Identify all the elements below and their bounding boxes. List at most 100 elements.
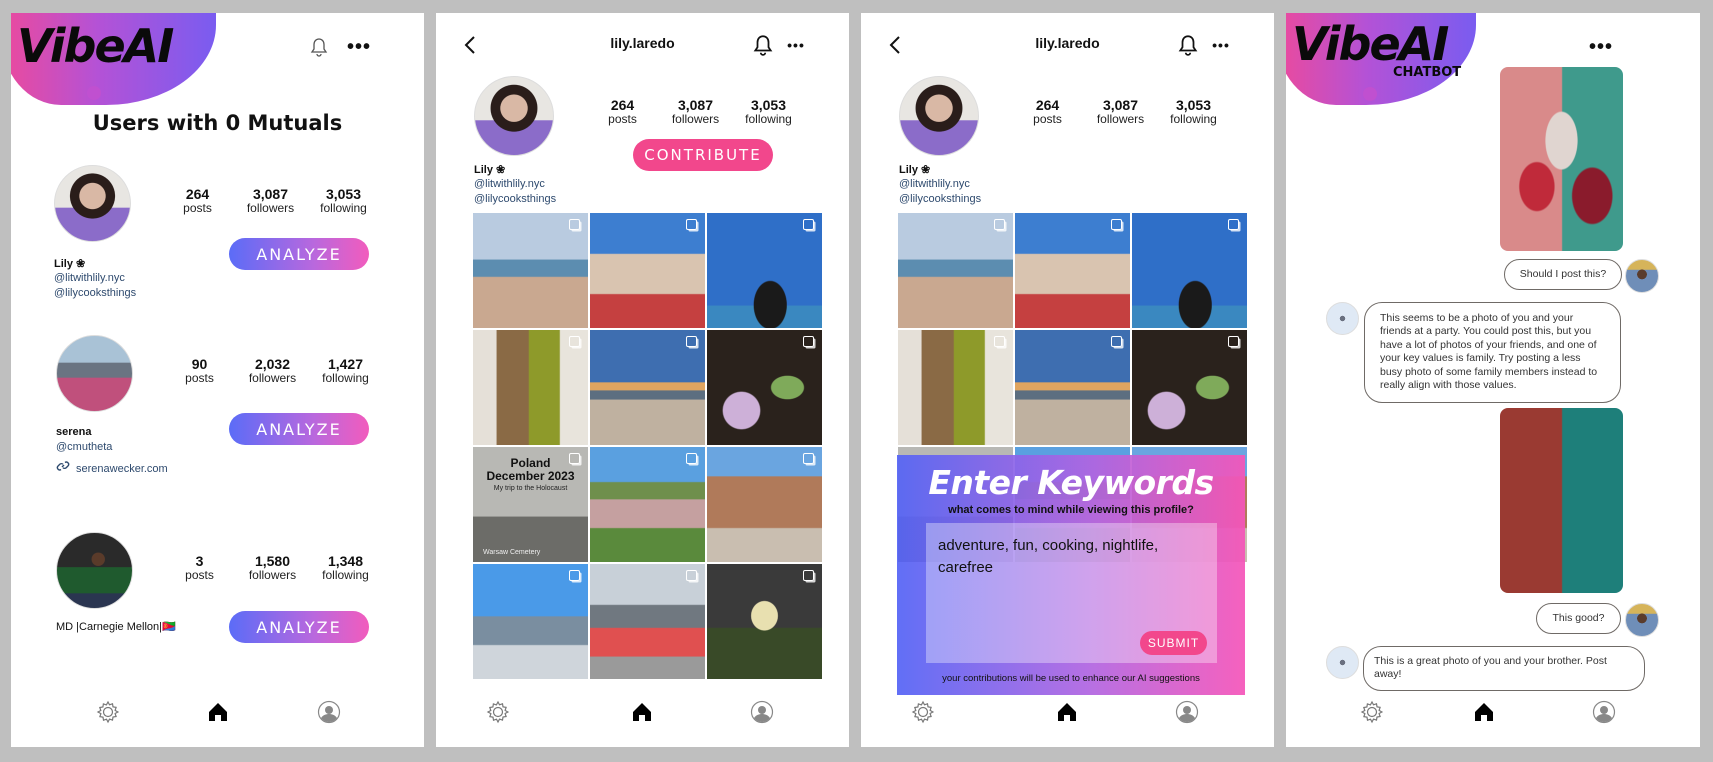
profile-icon[interactable] <box>314 697 344 727</box>
home-icon[interactable] <box>1469 697 1499 727</box>
bell-icon[interactable] <box>1177 33 1199 57</box>
profile-handle[interactable]: @litwithlily.nyc <box>899 178 970 190</box>
profile-screen: lily.laredo ••• 264 posts 3,087 followers … <box>436 13 849 747</box>
user-handle[interactable]: @cmutheta <box>56 441 112 453</box>
website-text[interactable]: serenawecker.com <box>76 463 168 475</box>
multi-photo-icon <box>686 336 697 347</box>
website-link[interactable]: serenawecker.com <box>56 459 168 478</box>
more-icon[interactable]: ••• <box>344 37 374 57</box>
post-thumbnail[interactable] <box>473 564 588 679</box>
post-grid: Poland December 2023 My trip to the Holoc… <box>473 213 822 679</box>
gear-icon[interactable] <box>908 697 938 727</box>
multi-photo-icon <box>1228 219 1239 230</box>
multi-photo-icon <box>803 453 814 464</box>
multi-photo-icon <box>803 336 814 347</box>
post-thumbnail[interactable]: Poland December 2023 My trip to the Holoc… <box>473 447 588 562</box>
posts-stat: 264 posts <box>183 186 212 216</box>
post-thumbnail[interactable] <box>590 564 705 679</box>
profile-icon[interactable] <box>1589 697 1619 727</box>
multi-photo-icon <box>569 336 580 347</box>
avatar[interactable] <box>56 335 133 412</box>
analyze-button[interactable]: ANALYZE <box>229 611 369 643</box>
link-icon <box>56 459 70 478</box>
post-thumbnail[interactable] <box>707 564 822 679</box>
user-handle[interactable]: @lilycooksthings <box>54 287 136 299</box>
post-overlay-subtitle: My trip to the Holocaust <box>493 485 568 492</box>
following-stat[interactable]: 3,053 following <box>1157 97 1230 127</box>
post-thumbnail[interactable] <box>1015 330 1130 445</box>
avatar[interactable] <box>899 76 979 156</box>
followers-stat: 1,580 followers <box>248 553 297 583</box>
bell-icon[interactable] <box>308 35 330 59</box>
post-thumbnail[interactable] <box>1132 330 1247 445</box>
more-icon[interactable]: ••• <box>1208 35 1234 55</box>
post-thumbnail[interactable] <box>898 330 1013 445</box>
gear-icon[interactable] <box>1357 697 1387 727</box>
app-logo: VibeAI <box>1292 17 1449 71</box>
user-bio: MD |Carnegie Mellon|🇪🇷 <box>56 621 176 633</box>
multi-photo-icon <box>994 219 1005 230</box>
avatar[interactable] <box>54 165 131 242</box>
profile-handle[interactable]: @lilycooksthings <box>899 193 981 205</box>
profile-name: Lily ❀ <box>474 164 506 176</box>
posts-stat[interactable]: 264 posts <box>1011 97 1084 127</box>
profile-icon[interactable] <box>747 697 777 727</box>
gear-icon[interactable] <box>483 697 513 727</box>
user-avatar <box>1625 259 1659 293</box>
logo-dot <box>87 86 101 100</box>
post-thumbnail[interactable] <box>590 447 705 562</box>
more-icon[interactable]: ••• <box>783 35 809 55</box>
app-logo: VibeAI <box>17 19 174 73</box>
post-thumbnail[interactable] <box>473 213 588 328</box>
multi-photo-icon <box>686 219 697 230</box>
multi-photo-icon <box>1228 336 1239 347</box>
profile-handle[interactable]: @litwithlily.nyc <box>474 178 545 190</box>
chat-image-sibling[interactable] <box>1500 408 1623 593</box>
bell-icon[interactable] <box>752 33 774 57</box>
bottom-nav <box>861 697 1274 727</box>
chatbot-screen: VibeAI CHATBOT ••• Should I post this? T… <box>1286 13 1700 747</box>
avatar[interactable] <box>474 76 554 156</box>
following-stat[interactable]: 3,053 following <box>732 97 805 127</box>
user-name: Lily ❀ <box>54 258 86 270</box>
post-thumbnail[interactable] <box>590 330 705 445</box>
posts-stat[interactable]: 264 posts <box>586 97 659 127</box>
home-icon[interactable] <box>203 697 233 727</box>
followers-stat: 3,087 followers <box>246 186 295 216</box>
post-thumbnail[interactable] <box>1132 213 1247 328</box>
post-thumbnail[interactable] <box>707 447 822 562</box>
multi-photo-icon <box>569 570 580 581</box>
profile-icon[interactable] <box>1172 697 1202 727</box>
analyze-button[interactable]: ANALYZE <box>229 238 369 270</box>
post-thumbnail[interactable] <box>1015 213 1130 328</box>
followers-stat[interactable]: 3,087 followers <box>1084 97 1157 127</box>
user-message: This good? <box>1536 603 1621 635</box>
post-thumbnail[interactable] <box>590 213 705 328</box>
posts-stat: 3 posts <box>185 553 214 583</box>
home-icon[interactable] <box>1052 697 1082 727</box>
bot-avatar <box>1326 302 1359 335</box>
chat-image-party[interactable] <box>1500 67 1623 251</box>
multi-photo-icon <box>803 219 814 230</box>
profile-handle[interactable]: @lilycooksthings <box>474 193 556 205</box>
post-thumbnail[interactable] <box>898 213 1013 328</box>
post-thumbnail[interactable] <box>473 330 588 445</box>
user-handle[interactable]: @litwithlily.nyc <box>54 272 125 284</box>
multi-photo-icon <box>994 336 1005 347</box>
stats: 264 posts 3,087 followers 3,053 following <box>586 97 805 127</box>
multi-photo-icon <box>803 570 814 581</box>
submit-button[interactable]: SUBMIT <box>1140 631 1207 655</box>
following-stat: 3,053 following <box>320 186 367 216</box>
modal-title: Enter Keywords <box>928 463 1214 502</box>
more-icon[interactable]: ••• <box>1586 37 1616 57</box>
analyze-button[interactable]: ANALYZE <box>229 413 369 445</box>
home-icon[interactable] <box>627 697 657 727</box>
stats: 3 posts 1,580 followers 1,348 following <box>163 553 382 583</box>
contribute-button[interactable]: CONTRIBUTE <box>633 139 773 171</box>
followers-stat[interactable]: 3,087 followers <box>659 97 732 127</box>
post-thumbnail[interactable] <box>707 330 822 445</box>
avatar[interactable] <box>56 532 133 609</box>
gear-icon[interactable] <box>93 697 123 727</box>
post-thumbnail[interactable] <box>707 213 822 328</box>
user-name: serena <box>56 426 92 438</box>
